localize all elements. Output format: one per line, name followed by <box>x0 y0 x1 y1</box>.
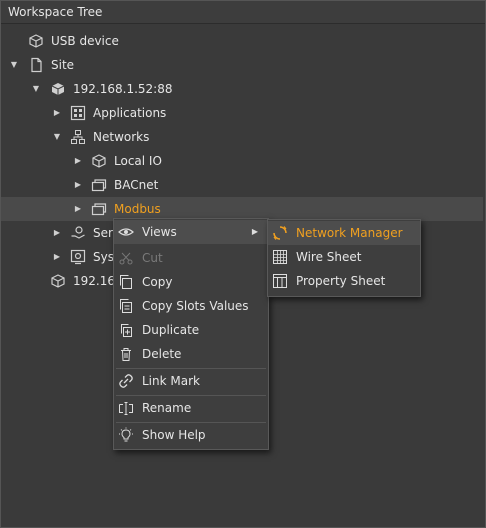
menu-item-copy-slots-values[interactable]: Copy Slots Values <box>114 294 268 318</box>
menu-item-show-help[interactable]: Show Help <box>114 423 268 447</box>
copy-slots-icon <box>118 298 134 314</box>
tree-item-device[interactable]: ▼ 192.168.1.52:88 <box>1 77 483 101</box>
copy-icon <box>118 274 134 290</box>
menu-item-views[interactable]: Views ▶ <box>114 220 268 244</box>
menu-label: Wire Sheet <box>296 250 362 264</box>
trash-icon <box>118 346 134 362</box>
wire-sheet-grid-icon <box>272 249 288 265</box>
menu-label: Views <box>142 225 177 239</box>
device-icon <box>50 81 66 97</box>
collapse-arrow-icon[interactable]: ▼ <box>31 84 41 94</box>
tree-label: USB device <box>51 34 119 48</box>
property-sheet-icon <box>272 273 288 289</box>
applications-icon <box>70 105 86 121</box>
network-icon <box>70 129 86 145</box>
menu-label: Property Sheet <box>296 274 386 288</box>
menu-item-network-manager[interactable]: Network Manager <box>268 221 420 245</box>
menu-item-duplicate[interactable]: Duplicate <box>114 318 268 342</box>
menu-item-copy[interactable]: Copy <box>114 270 268 294</box>
tree-label: Modbus <box>114 202 161 216</box>
menu-label: Rename <box>142 401 192 415</box>
modbus-network-icon <box>91 201 107 217</box>
tree-item-networks[interactable]: ▼ Networks <box>1 125 483 149</box>
tree-item-site[interactable]: ▼ Site <box>1 53 483 77</box>
expand-arrow-icon[interactable]: ▶ <box>52 252 62 262</box>
link-icon <box>118 373 134 389</box>
tree-item-bacnet[interactable]: ▶ BACnet <box>1 173 483 197</box>
menu-label: Cut <box>142 251 163 265</box>
tree-item-applications[interactable]: ▶ Applications <box>1 101 483 125</box>
menu-label: Copy Slots Values <box>142 299 249 313</box>
network-manager-icon <box>272 225 288 241</box>
duplicate-icon <box>118 322 134 338</box>
tree-label: Site <box>51 58 75 72</box>
expand-arrow-icon[interactable]: ▶ <box>73 180 83 190</box>
tree-item-local-io[interactable]: ▶ Local IO <box>1 149 483 173</box>
tree-label: Local IO <box>114 154 162 168</box>
device-icon <box>50 273 66 289</box>
views-submenu: Network Manager Wire Sheet Property Shee… <box>267 219 421 297</box>
menu-item-delete[interactable]: Delete <box>114 342 268 366</box>
system-settings-icon <box>70 249 86 265</box>
collapse-arrow-icon[interactable]: ▼ <box>9 60 19 70</box>
expand-arrow-icon[interactable]: ▶ <box>52 108 62 118</box>
menu-label: Copy <box>142 275 173 289</box>
menu-label: Delete <box>142 347 182 361</box>
bacnet-network-icon <box>91 177 107 193</box>
panel-title: Workspace Tree <box>1 1 485 24</box>
menu-item-link-mark[interactable]: Link Mark <box>114 369 268 393</box>
menu-item-wire-sheet[interactable]: Wire Sheet <box>268 245 420 269</box>
menu-item-cut[interactable]: Cut <box>114 246 268 270</box>
local-io-icon <box>91 153 107 169</box>
menu-item-rename[interactable]: Rename <box>114 396 268 420</box>
tree-label: BACnet <box>114 178 159 192</box>
eye-icon <box>118 224 134 240</box>
tree-item-usb-device[interactable]: USB device <box>1 29 483 53</box>
submenu-arrow-icon: ▶ <box>251 227 258 236</box>
menu-item-property-sheet[interactable]: Property Sheet <box>268 269 420 293</box>
collapse-arrow-icon[interactable]: ▼ <box>52 132 62 142</box>
menu-label: Network Manager <box>296 226 403 240</box>
expand-arrow-icon[interactable]: ▶ <box>73 204 83 214</box>
tree-label: 192.168.1.52:88 <box>73 82 173 96</box>
rename-icon <box>118 400 134 416</box>
scissors-icon <box>118 250 134 266</box>
services-hand-icon <box>70 225 86 241</box>
menu-label: Show Help <box>142 428 206 442</box>
tree-label: Networks <box>93 130 150 144</box>
usb-device-icon <box>28 33 44 49</box>
tree-label: Applications <box>93 106 167 120</box>
context-menu: Views ▶ Cut Copy Copy Slots Values Dupli… <box>113 218 269 450</box>
expand-arrow-icon[interactable]: ▶ <box>73 156 83 166</box>
menu-label: Link Mark <box>142 374 200 388</box>
lightbulb-icon <box>118 427 134 443</box>
site-document-icon <box>28 57 44 73</box>
menu-label: Duplicate <box>142 323 200 337</box>
expand-arrow-icon[interactable]: ▶ <box>52 228 62 238</box>
